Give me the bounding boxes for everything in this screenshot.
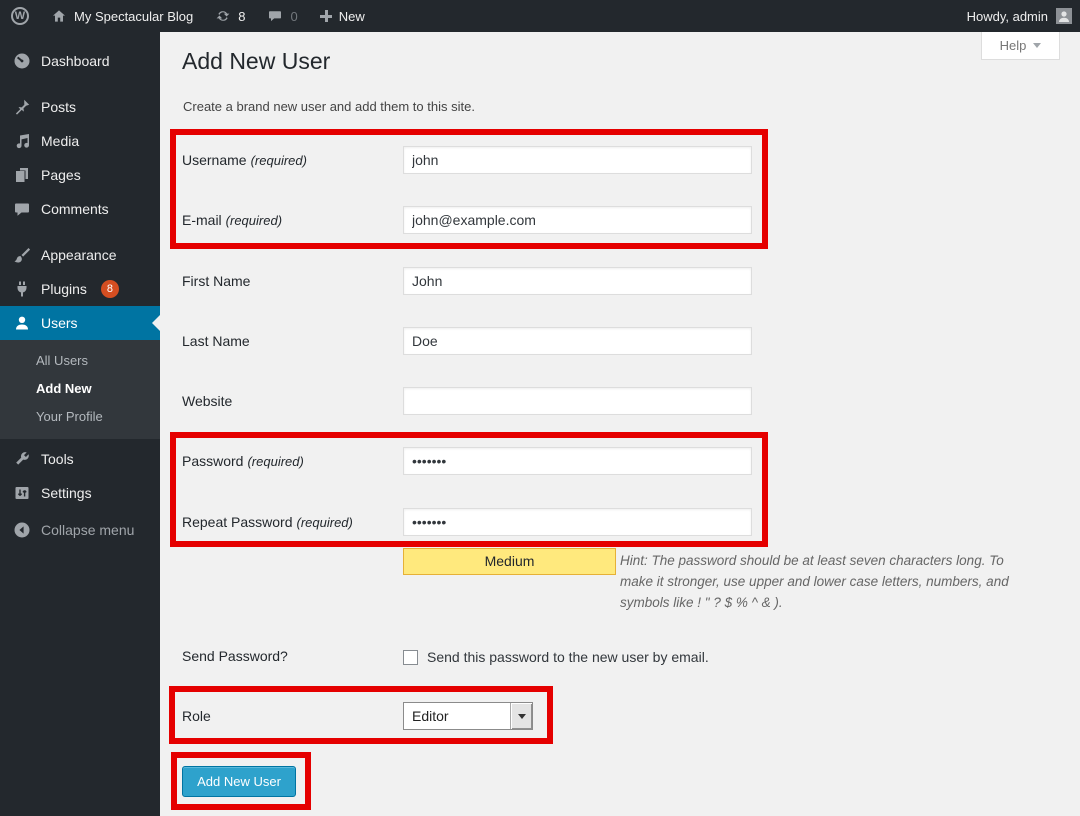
updates-icon <box>215 8 231 24</box>
last-name-input[interactable] <box>403 327 752 355</box>
sidebar-label: Tools <box>41 451 74 467</box>
sidebar-label: Media <box>41 133 79 149</box>
help-label: Help <box>1000 38 1027 53</box>
home-icon <box>51 8 67 24</box>
comment-count: 0 <box>290 9 297 24</box>
users-submenu: All Users Add New Your Profile <box>0 340 160 439</box>
sidebar-label: Users <box>41 315 78 331</box>
repeat-password-label: Repeat Password(required) <box>182 508 398 537</box>
last-name-label: Last Name <box>182 327 398 355</box>
sidebar-label: Settings <box>41 485 92 501</box>
sidebar-item-posts[interactable]: Posts <box>0 90 160 124</box>
help-button[interactable]: Help <box>981 32 1060 60</box>
sidebar-label: Dashboard <box>41 53 110 69</box>
password-label: Password(required) <box>182 447 398 476</box>
sidebar-label: Posts <box>41 99 76 115</box>
new-label: New <box>339 9 365 24</box>
sidebar-item-plugins[interactable]: Plugins 8 <box>0 272 160 306</box>
sidebar-label: Comments <box>41 201 109 217</box>
sidebar-item-media[interactable]: Media <box>0 124 160 158</box>
required-note: (required) <box>226 213 282 228</box>
page-subtitle: Create a brand new user and add them to … <box>183 99 475 114</box>
role-selected-value: Editor <box>404 703 510 729</box>
submenu-item-your-profile[interactable]: Your Profile <box>0 403 160 431</box>
role-select[interactable]: Editor <box>403 702 533 730</box>
site-name-link[interactable]: My Spectacular Blog <box>40 0 204 32</box>
updates-link[interactable]: 8 <box>204 0 256 32</box>
email-input[interactable] <box>403 206 752 234</box>
send-password-checkbox-label: Send this password to the new user by em… <box>427 649 709 665</box>
update-count: 8 <box>238 9 245 24</box>
username-label: Username(required) <box>182 146 398 175</box>
sidebar-item-users[interactable]: Users <box>0 306 160 340</box>
add-new-user-button[interactable]: Add New User <box>182 766 296 797</box>
sidebar-label: Collapse menu <box>41 522 134 538</box>
site-name-label: My Spectacular Blog <box>74 9 193 24</box>
password-hint: Hint: The password should be at least se… <box>352 550 1034 613</box>
sidebar-item-appearance[interactable]: Appearance <box>0 238 160 272</box>
send-password-label: Send Password? <box>182 644 398 668</box>
first-name-input[interactable] <box>403 267 752 295</box>
plus-icon <box>320 10 332 22</box>
send-password-checkbox[interactable] <box>403 650 418 665</box>
sidebar-label: Pages <box>41 167 81 183</box>
admin-sidebar: Dashboard Posts Media Pages Comments <box>0 32 160 816</box>
users-icon <box>12 313 32 333</box>
admin-bar: W My Spectacular Blog 8 0 New Howdy, adm… <box>0 0 1080 32</box>
first-name-label: First Name <box>182 267 398 295</box>
repeat-password-input[interactable] <box>403 508 752 536</box>
howdy-label: Howdy, admin <box>967 9 1048 24</box>
my-account-menu[interactable]: Howdy, admin <box>967 0 1072 32</box>
hint-spacer <box>352 550 620 596</box>
plugin-icon <box>12 279 32 299</box>
wordpress-logo-icon: W <box>11 7 29 25</box>
comment-bubble-icon <box>267 8 283 24</box>
new-content-menu[interactable]: New <box>309 0 376 32</box>
media-icon <box>12 131 32 151</box>
comment-icon <box>12 199 32 219</box>
password-input[interactable] <box>403 447 752 475</box>
chevron-down-icon <box>518 714 526 723</box>
chevron-down-icon <box>1033 43 1041 52</box>
sidebar-item-comments[interactable]: Comments <box>0 192 160 226</box>
plugin-update-badge: 8 <box>101 280 119 298</box>
email-label: E-mail(required) <box>182 206 398 235</box>
select-dropdown-button[interactable] <box>510 703 532 729</box>
username-input[interactable] <box>403 146 752 174</box>
required-note: (required) <box>247 454 303 469</box>
pin-icon <box>12 97 32 117</box>
collapse-icon <box>12 520 32 540</box>
dashboard-icon <box>12 51 32 71</box>
collapse-menu-button[interactable]: Collapse menu <box>0 513 160 547</box>
required-note: (required) <box>251 153 307 168</box>
sidebar-item-tools[interactable]: Tools <box>0 442 160 476</box>
submenu-item-all-users[interactable]: All Users <box>0 347 160 375</box>
page-title: Add New User <box>182 48 330 75</box>
settings-icon <box>12 483 32 503</box>
tools-icon <box>12 449 32 469</box>
sidebar-item-dashboard[interactable]: Dashboard <box>0 44 160 78</box>
sidebar-item-settings[interactable]: Settings <box>0 476 160 510</box>
wordpress-menu[interactable]: W <box>0 0 40 32</box>
website-label: Website <box>182 387 398 415</box>
sidebar-label: Appearance <box>41 247 117 263</box>
required-note: (required) <box>297 515 353 530</box>
avatar <box>1056 8 1072 24</box>
sidebar-label: Plugins <box>41 281 87 297</box>
submenu-item-add-new[interactable]: Add New <box>0 375 160 403</box>
role-label: Role <box>182 702 398 730</box>
website-input[interactable] <box>403 387 752 415</box>
sidebar-item-pages[interactable]: Pages <box>0 158 160 192</box>
appearance-icon <box>12 245 32 265</box>
comments-link[interactable]: 0 <box>256 0 308 32</box>
pages-icon <box>12 165 32 185</box>
